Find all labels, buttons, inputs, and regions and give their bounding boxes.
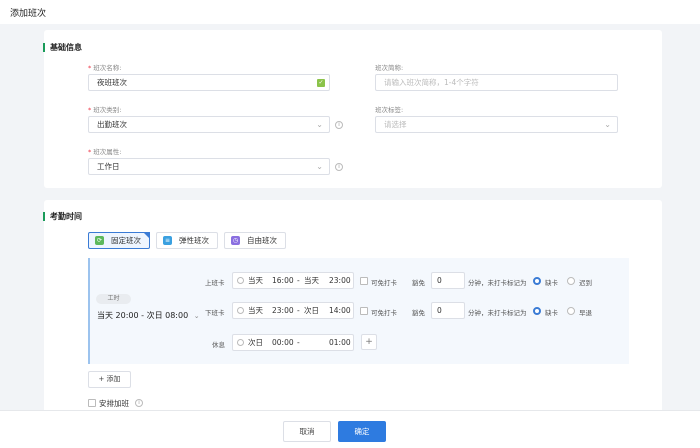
clock-out-grace-prefix: 豁免 (412, 309, 425, 317)
clock-out-missing-radio[interactable] (533, 307, 541, 315)
fixed-shift-icon: ⟳ (95, 236, 104, 245)
clock-in-grace-prefix: 豁免 (412, 279, 425, 287)
clock-in-late-label: 迟到 (579, 279, 592, 287)
clock-out-early-label: 早退 (579, 309, 592, 317)
clock-in-optional-checkbox[interactable] (360, 277, 368, 285)
clock-icon (237, 277, 244, 284)
work-hours-tag: 工时 (96, 294, 131, 304)
tab-flexible-shift[interactable]: ≡ 弹性班次 (156, 232, 218, 249)
basic-info-title: 基础信息 (43, 43, 82, 52)
clock-out-label: 下班卡 (205, 309, 225, 317)
tab-fixed-shift[interactable]: ⟳ 固定班次 (88, 232, 150, 249)
clock-in-optional-label: 可免打卡 (371, 279, 397, 287)
chevron-down-icon: ⌄ (316, 162, 323, 171)
flexible-shift-icon: ≡ (163, 236, 172, 245)
shift-name-label: * 班次名称: (88, 64, 122, 72)
overtime-checkbox[interactable] (88, 399, 96, 407)
clock-out-time-range[interactable]: 当天 23:00 - 次日 14:00 (232, 302, 354, 319)
free-shift-icon: ◷ (231, 236, 240, 245)
shift-attr-select[interactable]: 工作日 ⌄ (88, 158, 330, 175)
clock-in-late-radio[interactable] (567, 277, 575, 285)
clock-icon (237, 307, 244, 314)
shift-name-input[interactable]: 夜班班次 ✓ (88, 74, 330, 91)
clock-out-grace-input[interactable]: 0 (431, 302, 465, 319)
clock-in-grace-input[interactable]: 0 (431, 272, 465, 289)
clock-out-missing-label: 缺卡 (545, 309, 558, 317)
info-icon[interactable]: i (335, 163, 343, 171)
shift-tag-label: 班次标签: (375, 106, 404, 114)
clock-in-time-range[interactable]: 当天 16:00 - 当天 23:00 (232, 272, 354, 289)
clock-out-grace-suffix: 分钟，未打卡标记为 (468, 309, 527, 317)
attendance-title: 考勤时间 (43, 212, 82, 221)
add-button[interactable]: + 添加 (88, 371, 131, 388)
clock-out-early-radio[interactable] (567, 307, 575, 315)
clock-out-optional-checkbox[interactable] (360, 307, 368, 315)
info-icon[interactable]: i (335, 121, 343, 129)
page-title: 添加班次 (10, 9, 47, 19)
clock-in-missing-label: 缺卡 (545, 279, 558, 287)
work-time-range[interactable]: 当天 20:00 - 次日 08:00 ⌄ (97, 310, 200, 321)
clock-in-grace-suffix: 分钟，未打卡标记为 (468, 279, 527, 287)
shift-abbr-label: 班次简称: (375, 64, 404, 72)
clock-in-missing-radio[interactable] (533, 277, 541, 285)
chevron-down-icon: ⌄ (316, 120, 323, 129)
clock-out-optional-label: 可免打卡 (371, 309, 397, 317)
add-rest-button[interactable]: + (361, 334, 377, 350)
confirm-button[interactable]: 确定 (338, 421, 386, 442)
selected-corner-mark (143, 232, 150, 239)
clock-in-label: 上班卡 (205, 279, 225, 287)
shift-abbr-input[interactable]: 请输入班次简称，1-4个字符 (375, 74, 618, 91)
rest-time-range[interactable]: 次日 00:00 - 01:00 (232, 334, 354, 351)
shift-tag-select[interactable]: 请选择 ⌄ (375, 116, 618, 133)
tab-free-shift[interactable]: ◷ 自由班次 (224, 232, 286, 249)
cancel-button[interactable]: 取消 (283, 421, 331, 442)
valid-check-icon: ✓ (317, 79, 325, 87)
top-bar: 添加班次 (0, 0, 700, 24)
shift-category-select[interactable]: 出勤班次 ⌄ (88, 116, 330, 133)
overtime-label: 安排加班 (99, 399, 129, 408)
shift-category-label: * 班次类别: (88, 106, 122, 114)
chevron-down-icon: ⌄ (193, 312, 200, 320)
info-icon[interactable]: i (135, 399, 143, 407)
chevron-down-icon: ⌄ (604, 120, 611, 129)
shift-attr-label: * 班次属性: (88, 148, 122, 156)
clock-icon (237, 339, 244, 346)
rest-label: 休息 (212, 341, 225, 349)
